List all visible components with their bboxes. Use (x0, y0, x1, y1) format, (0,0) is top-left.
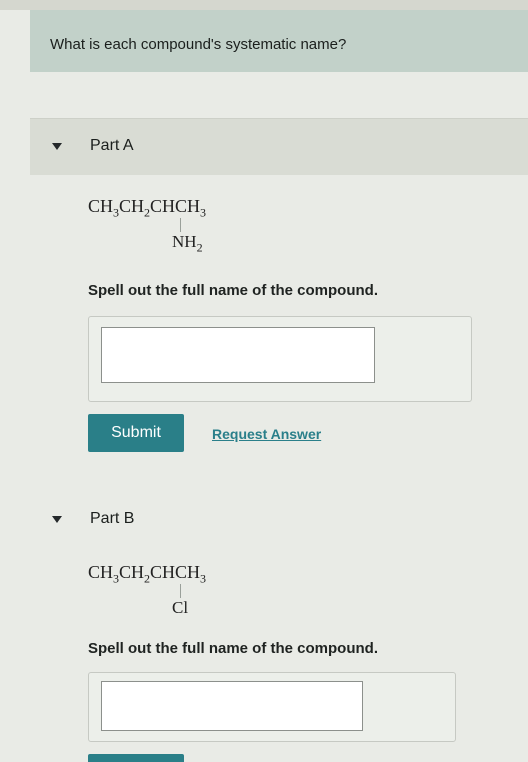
caret-down-icon[interactable] (52, 516, 62, 523)
part-a-formula: CH3CH2CHCH3 (88, 196, 207, 220)
question-banner: What is each compound's systematic name? (30, 10, 528, 72)
part-b-answer-input[interactable] (101, 681, 363, 731)
part-b-submit-button[interactable] (88, 754, 184, 762)
part-a-bond-line (180, 218, 181, 232)
part-b-bond-line (180, 584, 181, 598)
part-b-substituent: Cl (172, 598, 189, 617)
submit-button[interactable]: Submit (88, 414, 184, 452)
part-b-header[interactable]: Part B (30, 498, 528, 542)
part-b-instruction: Spell out the full name of the compound. (88, 640, 378, 657)
part-a-answer-input[interactable] (101, 327, 375, 383)
part-a-header[interactable]: Part A (30, 118, 528, 175)
top-strip (0, 0, 528, 10)
part-b-formula: CH3CH2CHCH3 (88, 562, 207, 586)
part-a-instruction: Spell out the full name of the compound. (88, 282, 378, 299)
part-b-label: Part B (90, 510, 135, 527)
part-a-label: Part A (90, 137, 134, 154)
request-answer-link[interactable]: Request Answer (212, 426, 321, 442)
question-text: What is each compound's systematic name? (50, 36, 347, 53)
caret-down-icon[interactable] (52, 143, 62, 150)
part-b-answer-panel (88, 672, 456, 742)
part-a-substituent: NH2 (172, 232, 203, 255)
part-a-answer-panel (88, 316, 472, 402)
